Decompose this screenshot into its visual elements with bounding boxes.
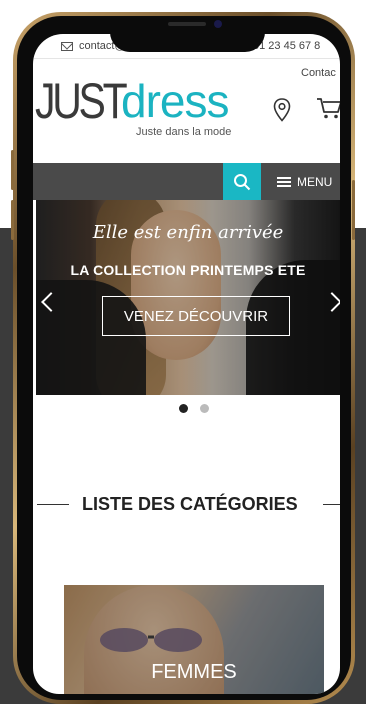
menu-label: MENU xyxy=(297,174,333,189)
divider xyxy=(33,58,340,59)
stage: contact@ 01 23 45 67 8 Contac JUST dress… xyxy=(0,0,366,704)
contact-link[interactable]: Contac xyxy=(301,67,336,79)
cart-icon[interactable] xyxy=(316,96,340,120)
phone-side-button xyxy=(352,180,355,240)
camera xyxy=(214,20,222,28)
carousel-dot[interactable] xyxy=(200,404,209,413)
logo-tagline: Juste dans la mode xyxy=(136,126,232,138)
speaker xyxy=(168,22,206,26)
hero-title: LA COLLECTION PRINTEMPS ETE xyxy=(70,262,306,278)
search-icon xyxy=(234,173,251,190)
phone-side-button xyxy=(11,200,14,240)
hero-slider[interactable]: Elle est enfin arrivée LA COLLECTION PRI… xyxy=(36,200,340,395)
carousel-dot[interactable] xyxy=(179,404,188,413)
hamburger-icon xyxy=(277,176,291,187)
phone-side-button xyxy=(11,150,14,190)
logo-text-just: JUST xyxy=(35,73,128,129)
main-navbar: MENU xyxy=(33,163,340,200)
site-logo[interactable]: JUST dress Juste dans la mode xyxy=(35,72,245,142)
category-card-femmes[interactable]: FEMMES xyxy=(64,585,324,694)
discover-button[interactable]: VENEZ DÉCOUVRIR xyxy=(102,296,290,336)
menu-button[interactable]: MENU xyxy=(277,163,340,200)
divider xyxy=(37,504,69,505)
section-title: LISTE DES CATÉGORIES xyxy=(82,494,298,514)
phone-screen: contact@ 01 23 45 67 8 Contac JUST dress… xyxy=(33,34,340,694)
contact-phone[interactable]: 01 23 45 67 8 xyxy=(253,40,320,52)
categories-heading: LISTE DES CATÉGORIES xyxy=(33,492,340,516)
divider xyxy=(323,504,340,505)
phone-notch xyxy=(110,16,265,52)
search-button[interactable] xyxy=(223,163,261,200)
mail-icon xyxy=(61,42,73,51)
map-pin-icon[interactable] xyxy=(273,98,291,122)
logo-text-dress: dress xyxy=(121,75,229,127)
hero-script-text: Elle est enfin arrivée xyxy=(92,222,284,243)
category-label: FEMMES xyxy=(151,661,237,683)
